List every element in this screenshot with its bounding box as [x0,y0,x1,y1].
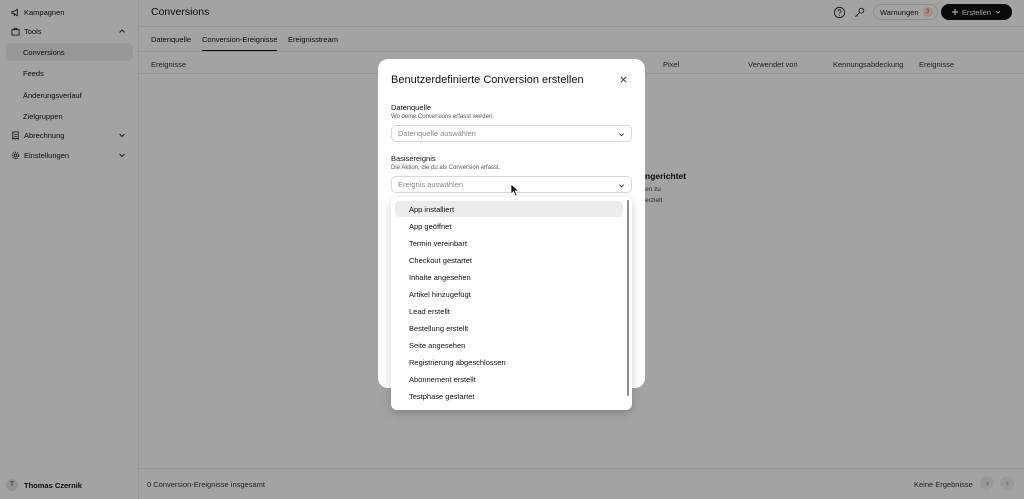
option-item[interactable]: App geöffnet [395,218,623,234]
close-icon[interactable] [619,75,628,84]
option-item[interactable]: Artikel hinzugefügt [395,286,623,302]
option-item[interactable]: Termin vereinbart [395,235,623,251]
dialog-title: Benutzerdefinierte Conversion erstellen [391,74,584,86]
datasource-placeholder: Datenquelle auswählen [398,129,476,138]
option-item[interactable]: Bestellung erstellt [395,320,623,336]
option-item[interactable]: Testphase gestartet [395,388,623,404]
dropdown-scrollbar[interactable] [627,200,629,396]
base-event-placeholder: Ereignis auswählen [398,180,464,189]
option-item[interactable]: Registrierung abgeschlossen [395,354,623,370]
option-item[interactable]: Lead erstellt [395,303,623,319]
chevron-down-icon [618,133,625,137]
option-item[interactable]: Inhalte angesehen [395,269,623,285]
option-item[interactable]: Abonnement erstellt [395,371,623,387]
base-event-options: App installiert App geöffnet Termin vere… [391,197,632,410]
datasource-label: Datenquelle [391,103,432,112]
datasource-select[interactable]: Datenquelle auswählen [391,125,632,142]
base-event-label: Basisereignis [391,154,436,163]
option-item[interactable]: Checkout gestartet [395,252,623,268]
option-item[interactable]: Seite angesehen [395,337,623,353]
base-event-hint: Die Aktion, die du als Conversion erfass… [391,165,501,171]
mouse-cursor-icon [510,183,520,197]
option-item[interactable]: App installiert [395,201,623,217]
datasource-hint: Wo deine Conversions erfasst werden. [391,114,494,120]
chevron-down-icon [618,184,625,188]
